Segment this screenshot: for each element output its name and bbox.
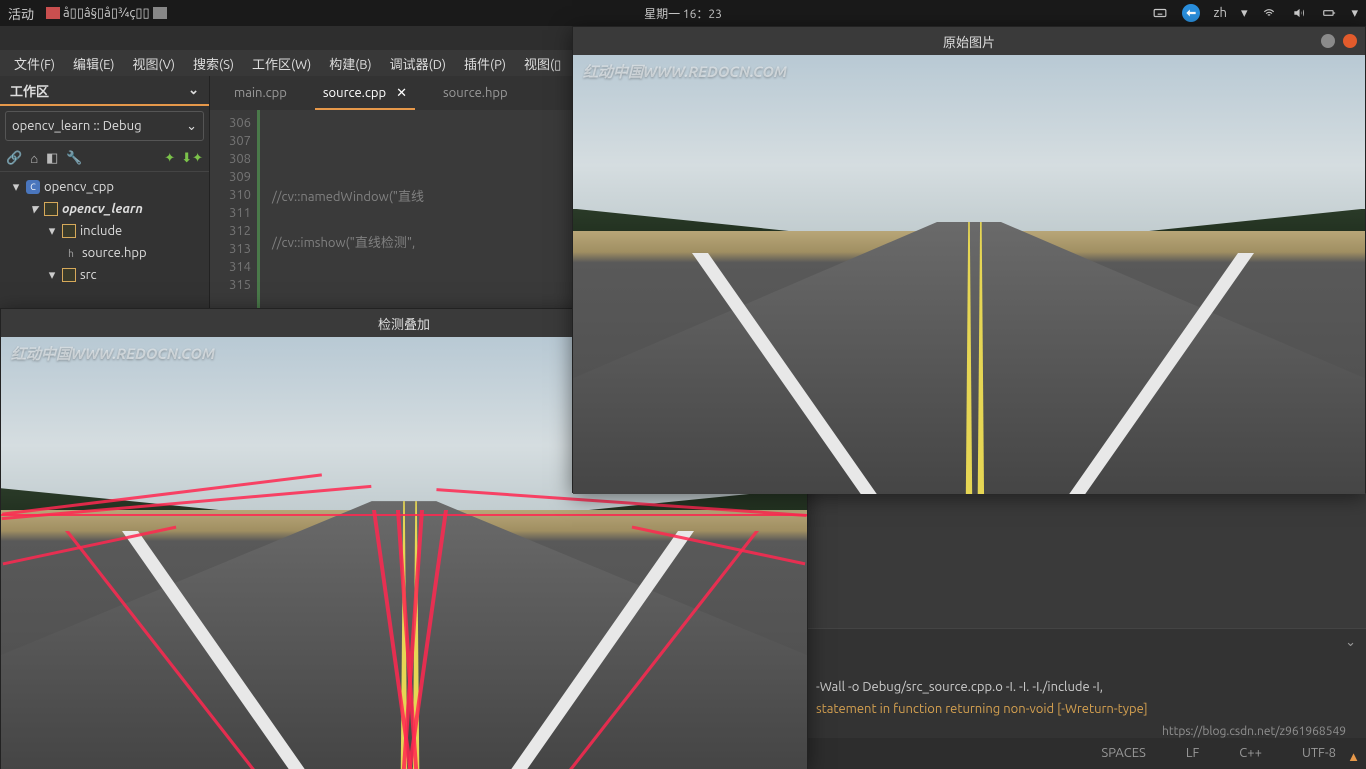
workspace-icon: C	[26, 180, 40, 194]
clock[interactable]: 星期一 16：23	[644, 5, 722, 22]
status-encoding[interactable]: UTF-8	[1302, 746, 1336, 760]
build-output-panel[interactable]: ⌄ -Wall -o Debug/src_source.cpp.o -I. -I…	[806, 628, 1366, 738]
tree-src[interactable]: ▾src	[0, 264, 209, 286]
close-button[interactable]	[1343, 34, 1357, 48]
window-title: 检测叠加	[378, 314, 430, 333]
image-viewport: 红动中国WWW.REDOCN.COM	[573, 55, 1365, 494]
activities-button[interactable]: 活动	[8, 4, 34, 23]
menu-search[interactable]: 搜索(S)	[185, 51, 242, 76]
wrench-icon[interactable]: 🔧	[66, 151, 82, 166]
input-method[interactable]: zh	[1214, 6, 1227, 20]
volume-icon[interactable]	[1291, 5, 1307, 21]
tree-workspace[interactable]: ▾Copencv_cpp	[0, 176, 209, 198]
window-original-image[interactable]: 原始图片 红动中国WWW.REDOCN.COM	[572, 26, 1366, 493]
keyboard-icon[interactable]	[1152, 5, 1168, 21]
menu-edit[interactable]: 编辑(E)	[65, 51, 122, 76]
folder-icon	[62, 268, 76, 282]
nav-icon[interactable]: ◧	[46, 151, 58, 166]
window-title: 原始图片	[943, 32, 995, 51]
watermark: 红动中国WWW.REDOCN.COM	[583, 61, 787, 82]
status-indent[interactable]: SPACES	[1101, 746, 1145, 760]
app-indicator[interactable]: å▯▯â§▯å▯¾ç▯▯	[46, 6, 167, 21]
watermark: 红动中国WWW.REDOCN.COM	[11, 343, 215, 364]
tree-file-hpp[interactable]: hsource.hpp	[0, 242, 209, 264]
run-icon[interactable]: ✦	[164, 151, 175, 166]
tree-include[interactable]: ▾include	[0, 220, 209, 242]
gnome-topbar: 活动 å▯▯â§▯å▯¾ç▯▯ 星期一 16：23 zh ▾ ▾	[0, 0, 1366, 26]
menu-workspace[interactable]: 工作区(W)	[244, 51, 319, 76]
chevron-down-icon: ⌄	[186, 119, 197, 134]
config-selector[interactable]: opencv_learn :: Debug⌄	[5, 111, 204, 141]
chevron-down-icon[interactable]: ⌄	[1345, 635, 1356, 649]
status-bar: SPACES LF C++ UTF-8 ▲	[806, 738, 1366, 768]
home-icon[interactable]: ⌂	[30, 151, 38, 166]
menu-view[interactable]: 视图(V)	[125, 51, 183, 76]
tree-project[interactable]: ▾opencv_learn	[0, 198, 209, 220]
menu-debugger[interactable]: 调试器(D)	[382, 51, 454, 76]
output-line: -Wall -o Debug/src_source.cpp.o -I. -I. …	[816, 680, 1356, 694]
status-lang[interactable]: C++	[1239, 746, 1262, 760]
chevron-down-icon: ⌄	[188, 83, 199, 98]
header-file-icon: h	[64, 246, 78, 260]
menu-file[interactable]: 文件(F)	[6, 51, 63, 76]
window-titlebar[interactable]: 原始图片	[573, 27, 1365, 55]
app-circle-icon[interactable]	[1182, 4, 1200, 22]
output-warning-line: statement in function returning non-void…	[816, 702, 1356, 716]
battery-icon[interactable]	[1321, 5, 1337, 21]
close-icon[interactable]: ✕	[396, 86, 407, 110]
system-dropdown-icon[interactable]: ▾	[1351, 6, 1358, 21]
menu-build[interactable]: 构建(B)	[321, 51, 379, 76]
status-eol[interactable]: LF	[1186, 746, 1199, 760]
folder-icon	[44, 202, 58, 216]
tab-source-hpp[interactable]: source.hpp	[425, 76, 526, 110]
tab-source-cpp[interactable]: source.cpp✕	[305, 76, 425, 110]
build-run-icon[interactable]: ⬇✦	[181, 151, 203, 166]
folder-icon	[62, 224, 76, 238]
input-dropdown-icon[interactable]: ▾	[1241, 6, 1248, 21]
menu-plugin[interactable]: 插件(P)	[456, 51, 514, 76]
menu-view2[interactable]: 视图(▯	[516, 51, 569, 76]
sidebar-toolbar: 🔗 ⌂ ◧ 🔧 ✦ ⬇✦	[0, 146, 209, 172]
blog-watermark: https://blog.csdn.net/z961968549	[1162, 725, 1346, 738]
warning-icon[interactable]: ▲	[1347, 749, 1360, 764]
sidebar-header[interactable]: 工作区⌄	[0, 76, 209, 106]
link-icon[interactable]: 🔗	[6, 151, 22, 166]
tab-main-cpp[interactable]: main.cpp	[216, 76, 305, 110]
wifi-icon[interactable]	[1261, 5, 1277, 21]
minimize-button[interactable]	[1321, 34, 1335, 48]
